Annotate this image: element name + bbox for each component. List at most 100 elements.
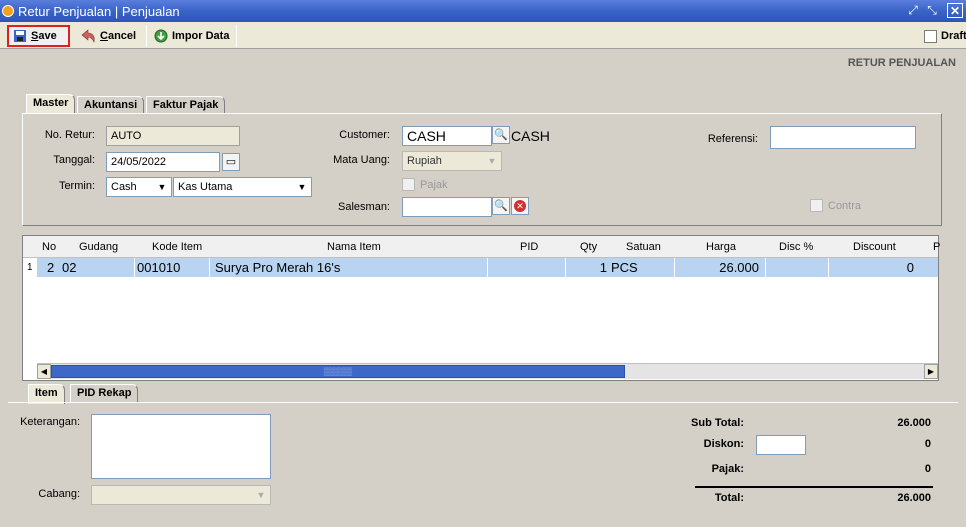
contra-toggle: Contra [810, 199, 861, 212]
customer-field[interactable]: CASH [402, 126, 492, 146]
column-divider [765, 258, 766, 277]
customer-name: CASH [511, 128, 550, 144]
contra-label: Contra [828, 199, 862, 212]
save-label: ave [38, 30, 57, 42]
tanggal-label: Tanggal: [53, 154, 95, 166]
pajak-total-label: Pajak: [711, 463, 744, 475]
cancel-label: ancel [107, 30, 137, 42]
scroll-left-icon[interactable]: ◀ [37, 364, 51, 379]
window-title: Retur Penjualan | Penjualan [18, 4, 180, 19]
salesman-field[interactable] [402, 197, 492, 217]
chevron-down-icon[interactable]: ▼ [154, 179, 170, 195]
keterangan-label: Keterangan: [20, 416, 80, 428]
row-number: 1 [27, 262, 33, 273]
scrollbar-thumb[interactable]: ▒▒▒▒▒ [51, 365, 625, 378]
col-header-nama-item[interactable]: Nama Item [327, 241, 381, 253]
diskon-value: 0 [924, 438, 931, 450]
col-header-qty[interactable]: Qty [580, 241, 597, 253]
chevron-down-icon[interactable]: ▼ [294, 179, 310, 195]
cell-qty[interactable]: 1 [567, 260, 607, 275]
col-header-discount[interactable]: Discount [853, 241, 896, 253]
diskon-input[interactable] [756, 435, 806, 455]
cell-kode-item[interactable]: 001010 [137, 260, 180, 275]
search-icon[interactable]: 🔍 [492, 126, 510, 144]
termin-select[interactable]: Cash ▼ [106, 177, 172, 197]
draft-checkbox[interactable] [924, 29, 937, 43]
total-label: Total: [714, 492, 744, 504]
pajak-checkbox [402, 178, 415, 191]
salesman-label: Salesman: [338, 201, 390, 213]
toolbar-separator [146, 25, 147, 47]
cabang-label: Cabang: [38, 488, 80, 500]
app-icon [2, 5, 14, 17]
draft-label: Draft [941, 30, 966, 42]
tanggal-field[interactable]: 24/05/2022 [106, 152, 220, 172]
col-header-disc-pct[interactable]: Disc % [779, 241, 813, 253]
column-divider [674, 258, 675, 277]
tab-pid-rekap[interactable]: PID Rekap [70, 384, 139, 402]
cell-discount[interactable]: 0 [837, 260, 914, 275]
clear-icon[interactable]: ✕ [511, 197, 529, 215]
col-header-kode-item[interactable]: Kode Item [152, 241, 202, 253]
cell-no[interactable]: 2 [47, 260, 54, 275]
mata-uang-label: Mata Uang: [333, 154, 390, 166]
col-header-satuan[interactable]: Satuan [626, 241, 661, 253]
chevron-down-icon: ▼ [487, 156, 497, 166]
column-divider [565, 258, 566, 277]
pajak-label: Pajak [420, 178, 448, 191]
col-header-gudang[interactable]: Gudang [79, 241, 118, 253]
chevron-down-icon: ▼ [256, 490, 266, 500]
draft-toggle[interactable]: Draft [920, 25, 966, 47]
cancel-hotkey: C [100, 30, 108, 42]
subtotal-value: 26.000 [897, 417, 931, 429]
toolbar: Save Cancel Impor Data Draft [0, 22, 966, 49]
pajak-toggle: Pajak [402, 178, 448, 191]
calendar-icon[interactable]: ▭ [222, 153, 240, 171]
kas-value: Kas Utama [178, 181, 233, 193]
tab-item[interactable]: Item [28, 384, 65, 404]
cell-satuan[interactable]: PCS [611, 260, 638, 275]
scroll-right-icon[interactable]: ▶ [924, 364, 938, 379]
cell-gudang[interactable]: 02 [62, 260, 76, 275]
keterangan-textarea[interactable] [91, 414, 271, 479]
column-divider [209, 258, 210, 277]
referensi-field[interactable] [770, 126, 916, 149]
undo-arrow-icon [81, 29, 95, 43]
kas-select[interactable]: Kas Utama ▼ [173, 177, 312, 197]
tab-faktur-pajak[interactable]: Faktur Pajak [146, 96, 226, 114]
maximize-icon[interactable]: ⤡ [924, 3, 940, 18]
close-icon[interactable]: ✕ [947, 3, 963, 18]
diskon-label: Diskon: [703, 438, 744, 450]
import-data-button[interactable]: Impor Data [150, 25, 233, 47]
col-header-pid[interactable]: PID [520, 241, 538, 253]
tab-master[interactable]: Master [26, 94, 76, 114]
col-header-p[interactable]: P [933, 241, 940, 253]
tab-akuntansi[interactable]: Akuntansi [77, 96, 145, 114]
col-header-harga[interactable]: Harga [706, 241, 736, 253]
no-retur-label: No. Retur: [44, 129, 95, 141]
window-title-bar: Retur Penjualan | Penjualan ⤢ ⤡ ✕ [0, 0, 966, 22]
restore-icon[interactable]: ⤢ [905, 3, 921, 18]
table-row[interactable]: 2 02 001010 Surya Pro Merah 16's 1 PCS 2… [37, 258, 938, 277]
col-header-no[interactable]: No [42, 241, 56, 253]
cell-nama-item[interactable]: Surya Pro Merah 16's [215, 260, 340, 275]
no-retur-field: AUTO [106, 126, 240, 146]
floppy-disk-icon [14, 30, 26, 42]
import-data-label: Impor Data [172, 30, 230, 42]
form-header-label: RETUR PENJUALAN [847, 57, 956, 69]
search-icon[interactable]: 🔍 [492, 197, 510, 215]
horizontal-scrollbar[interactable]: ◀ ▒▒▒▒▒ ▶ [37, 363, 938, 379]
cell-harga[interactable]: 26.000 [677, 260, 759, 275]
column-divider [487, 258, 488, 277]
save-button[interactable]: Save [7, 25, 70, 47]
items-grid[interactable]: No Gudang Kode Item Nama Item PID Qty Sa… [22, 235, 940, 381]
import-icon [154, 29, 168, 43]
contra-checkbox [810, 199, 823, 212]
subtotal-label: Sub Total: [691, 417, 744, 429]
column-divider [134, 258, 135, 277]
mata-uang-select: Rupiah ▼ [402, 151, 502, 171]
referensi-label: Referensi: [707, 133, 758, 145]
pajak-total-value: 0 [924, 463, 931, 475]
grid-header: No Gudang Kode Item Nama Item PID Qty Sa… [23, 236, 940, 258]
cancel-button[interactable]: Cancel [76, 25, 140, 47]
